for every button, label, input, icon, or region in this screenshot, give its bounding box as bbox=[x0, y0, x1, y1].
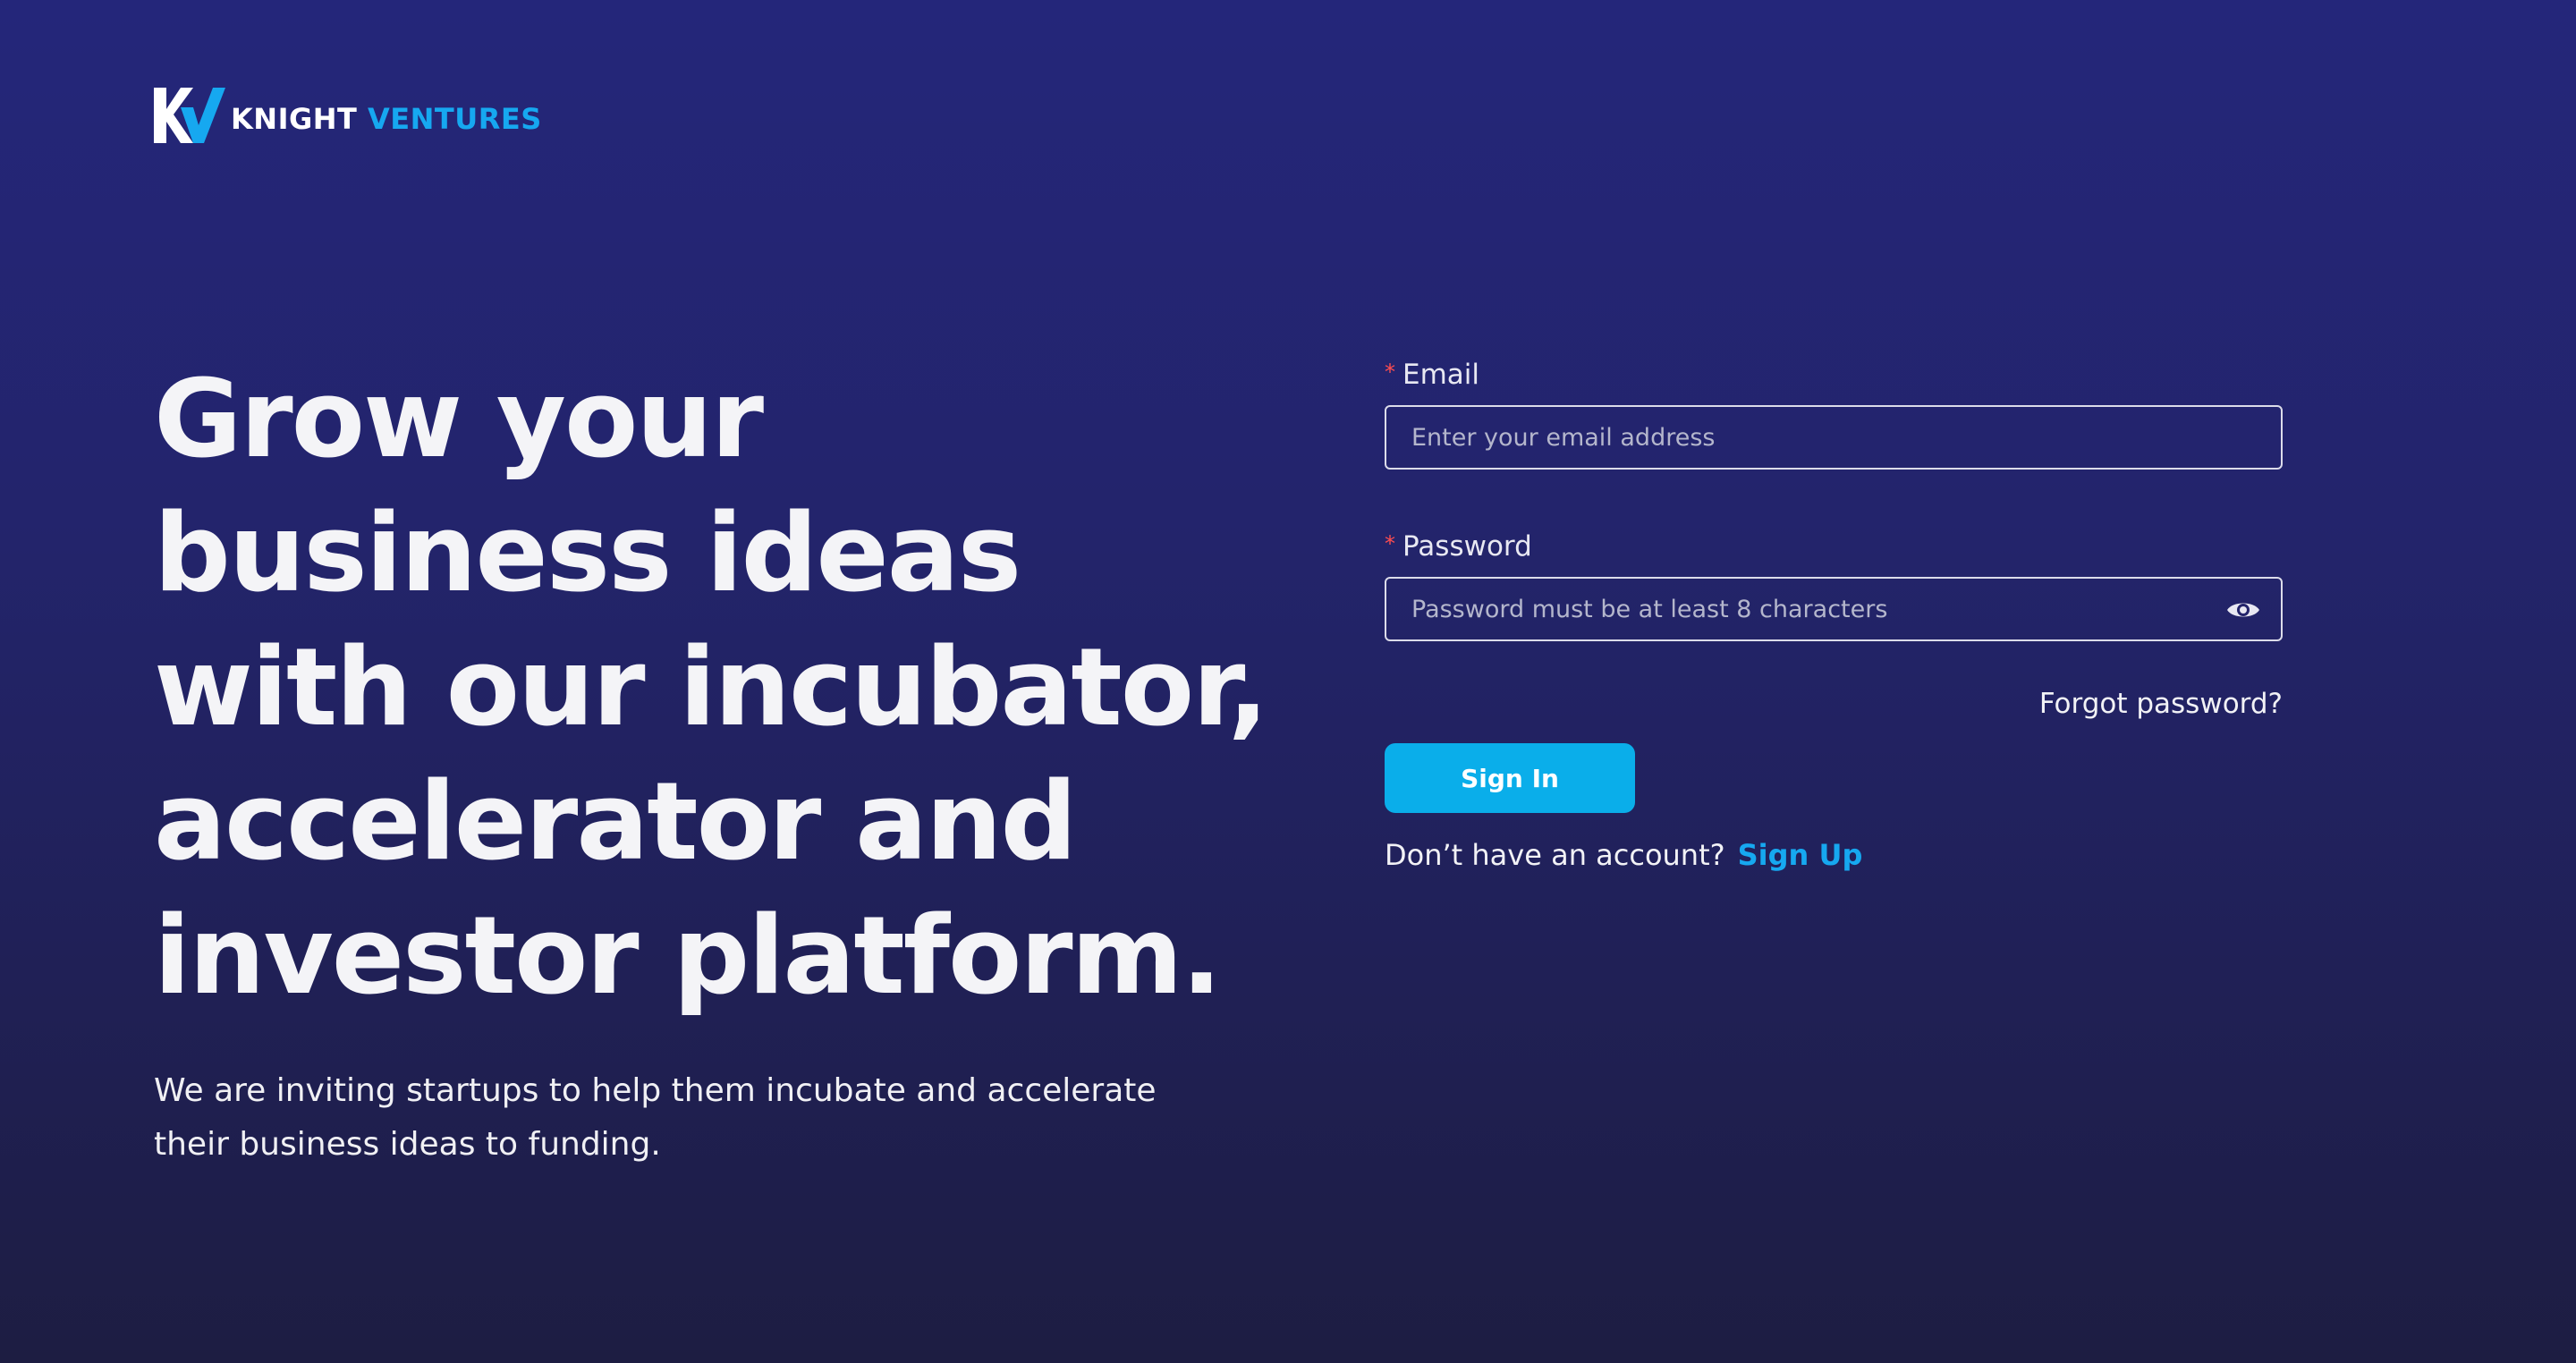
forgot-password-link[interactable]: Forgot password? bbox=[2039, 688, 2283, 720]
headline-line: Grow your bbox=[154, 358, 764, 482]
sign-up-link[interactable]: Sign Up bbox=[1738, 838, 1863, 872]
signup-row: Don’t have an account? Sign Up bbox=[1385, 838, 2283, 872]
signup-prompt: Don’t have an account? bbox=[1385, 838, 1725, 872]
password-input[interactable] bbox=[1411, 595, 2256, 623]
brand-word-ventures: VENTURES bbox=[368, 102, 542, 136]
email-input[interactable] bbox=[1411, 423, 2256, 452]
headline-line: investor platform. bbox=[154, 894, 1222, 1019]
required-mark: * bbox=[1385, 531, 1395, 556]
headline-line: accelerator and bbox=[154, 760, 1077, 885]
email-label: * Email bbox=[1385, 353, 2283, 396]
email-label-text: Email bbox=[1402, 359, 1480, 391]
sign-in-form: * Email * Password Forgot password? Sign… bbox=[1385, 353, 2283, 872]
headline-line: with our incubator, bbox=[154, 626, 1268, 750]
forgot-row: Forgot password? bbox=[1385, 688, 2283, 727]
password-label: * Password bbox=[1385, 525, 2283, 568]
required-mark: * bbox=[1385, 360, 1395, 385]
email-field-box bbox=[1385, 405, 2283, 470]
brand-logo[interactable]: KNIGHT VENTURES bbox=[154, 88, 542, 143]
eye-icon[interactable] bbox=[2225, 595, 2261, 625]
password-label-text: Password bbox=[1402, 530, 1532, 563]
hero-subtext: We are inviting startups to help them in… bbox=[154, 1072, 1157, 1163]
kv-logo-icon bbox=[154, 88, 225, 143]
headline-line: business ideas bbox=[154, 492, 1021, 616]
brand-wordmark: KNIGHT VENTURES bbox=[231, 102, 542, 136]
password-field-box bbox=[1385, 577, 2283, 641]
sign-in-button[interactable]: Sign In bbox=[1385, 743, 1635, 813]
brand-word-knight: KNIGHT bbox=[231, 102, 358, 136]
hero-headline: Grow your business ideas with our incuba… bbox=[154, 353, 1335, 1024]
hero-section: Grow your business ideas with our incuba… bbox=[154, 353, 1335, 1024]
